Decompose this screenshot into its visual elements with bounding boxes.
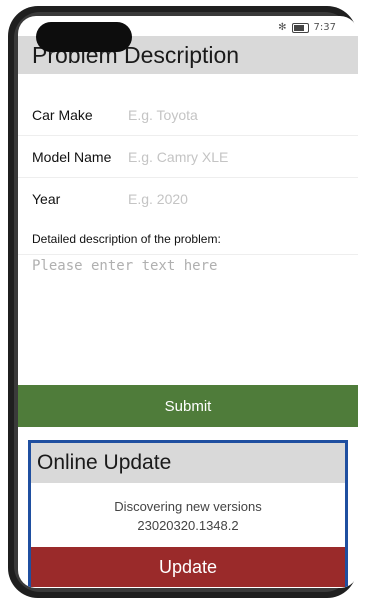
problem-description-textarea[interactable] — [30, 256, 354, 380]
update-button[interactable]: Update — [31, 547, 345, 587]
year-label: Year — [32, 191, 61, 207]
camera-cutout — [36, 22, 132, 52]
update-status-text: Discovering new versions — [114, 499, 262, 514]
battery-icon — [291, 22, 309, 33]
car-make-input[interactable] — [126, 106, 358, 124]
online-update-panel: Online Update Discovering new versions 2… — [28, 440, 348, 588]
online-update-title: Online Update — [37, 451, 172, 474]
version-number: 23020320.1348.2 — [137, 518, 239, 533]
status-right-group: ✻ 7:37 — [278, 22, 336, 33]
car-make-label: Car Make — [32, 107, 93, 123]
car-make-row: Car Make — [18, 95, 358, 136]
submit-button[interactable]: Submit — [18, 385, 358, 427]
year-row: Year — [18, 179, 358, 219]
model-name-label: Model Name — [32, 149, 112, 165]
detail-description-label: Detailed description of the problem: — [32, 232, 221, 246]
online-update-header: Online Update — [31, 443, 345, 483]
bluetooth-icon: ✻ — [278, 22, 287, 33]
divider — [18, 254, 358, 255]
status-time: 7:37 — [313, 22, 336, 33]
app-screen: · · · · ✻ 7:37 Problem Description Car M… — [18, 16, 358, 588]
model-name-input[interactable] — [126, 148, 358, 166]
model-name-row: Model Name — [18, 137, 358, 178]
year-input[interactable] — [126, 190, 358, 208]
